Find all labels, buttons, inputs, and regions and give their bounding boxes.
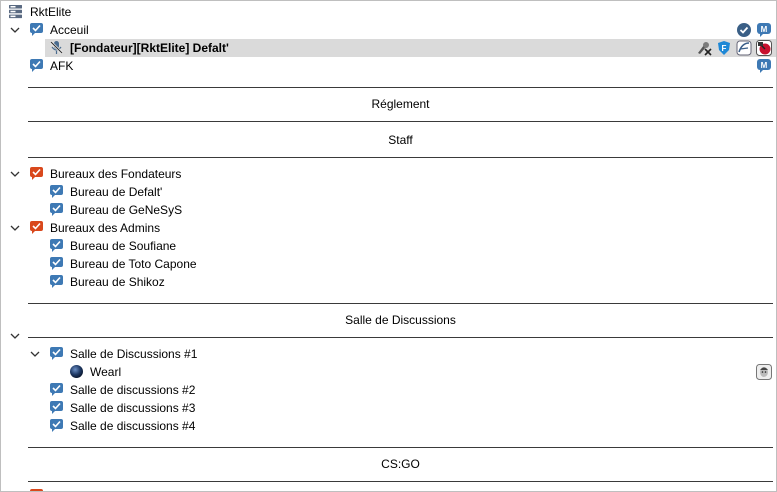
channel-bubble-icon bbox=[49, 418, 64, 433]
channel-row-afk[interactable]: AFK M bbox=[1, 57, 776, 75]
channel-bubble-icon bbox=[49, 382, 64, 397]
channel-row-bureau-genesys[interactable]: Bureau de GeNeSyS bbox=[1, 201, 776, 219]
separator-line bbox=[28, 447, 773, 448]
moderated-icon: M bbox=[756, 22, 772, 38]
channel-label: Bureau de GeNeSyS bbox=[70, 203, 183, 217]
channel-row-partial[interactable] bbox=[1, 488, 776, 491]
svg-text:M: M bbox=[761, 61, 768, 70]
group-icon bbox=[736, 40, 752, 56]
client-nickname: [Fondateur][RktElite] Defalt' bbox=[70, 41, 229, 55]
channel-row-salle-3[interactable]: Salle de discussions #3 bbox=[1, 399, 776, 417]
channel-bubble-icon bbox=[49, 202, 64, 217]
muted-microphone-icon bbox=[49, 40, 64, 55]
separator-line bbox=[28, 481, 773, 482]
server-name: RktElite bbox=[30, 5, 72, 19]
separator-line bbox=[28, 303, 773, 304]
spacer-label: Réglement bbox=[371, 97, 430, 111]
founder-badge-icon: F bbox=[716, 40, 732, 56]
client-row-defalt[interactable]: [Fondateur][RktElite] Defalt' F bbox=[45, 39, 776, 57]
client-row-wearl[interactable]: Wearl bbox=[1, 363, 776, 381]
chevron-down-icon[interactable] bbox=[8, 328, 22, 344]
channel-bubble-icon bbox=[49, 256, 64, 271]
channel-bubble-icon bbox=[49, 274, 64, 289]
channel-restricted-icon bbox=[29, 488, 44, 491]
channel-label: Bureau de Defalt' bbox=[70, 185, 163, 199]
spacer-channel-salle-discussions[interactable]: Salle de Discussions bbox=[28, 302, 773, 338]
spacer-channel-reglement[interactable]: Réglement bbox=[28, 86, 773, 122]
separator-line bbox=[28, 337, 773, 338]
spacer-channel-staff[interactable]: Staff bbox=[28, 122, 773, 158]
svg-text:M: M bbox=[761, 25, 768, 34]
channel-row-bureau-shikoz[interactable]: Bureau de Shikoz bbox=[1, 273, 776, 291]
moderated-icon: M bbox=[756, 58, 772, 74]
channel-bubble-icon bbox=[49, 184, 64, 199]
channel-bubble-icon bbox=[49, 346, 64, 361]
channel-row-salle-1[interactable]: Salle de Discussions #1 bbox=[1, 345, 776, 363]
spacer-label: CS:GO bbox=[381, 457, 420, 471]
chevron-down-icon[interactable] bbox=[8, 220, 22, 236]
channel-row-salle-4[interactable]: Salle de discussions #4 bbox=[1, 417, 776, 435]
chevron-down-icon[interactable] bbox=[28, 346, 42, 362]
separator-line bbox=[28, 87, 773, 88]
avatar-icon bbox=[756, 364, 772, 380]
channel-row-bureau-toto[interactable]: Bureau de Toto Capone bbox=[1, 255, 776, 273]
channel-label: AFK bbox=[50, 59, 74, 73]
server-icon bbox=[8, 4, 23, 19]
chevron-down-icon[interactable] bbox=[8, 22, 22, 38]
avatar-icon bbox=[756, 40, 772, 56]
channel-bubble-icon bbox=[49, 400, 64, 415]
channel-row-bureaux-fondateurs[interactable]: Bureaux des Fondateurs bbox=[1, 165, 776, 183]
server-admin-icon bbox=[696, 40, 712, 56]
channel-restricted-icon bbox=[29, 166, 44, 181]
channel-label: Salle de discussions #2 bbox=[70, 383, 196, 397]
channel-restricted-icon bbox=[29, 220, 44, 235]
spacer-channel-csgo[interactable]: CS:GO bbox=[28, 446, 773, 482]
channel-label: Bureaux des Fondateurs bbox=[50, 167, 182, 181]
chevron-down-icon[interactable] bbox=[8, 166, 22, 182]
channel-row-bureau-defalt[interactable]: Bureau de Defalt' bbox=[1, 183, 776, 201]
channel-label: Bureau de Shikoz bbox=[70, 275, 165, 289]
client-idle-icon bbox=[69, 364, 84, 379]
channel-row-accueil[interactable]: Acceuil M bbox=[1, 21, 776, 39]
channel-label: Salle de Discussions #1 bbox=[70, 347, 198, 361]
spacer-expander[interactable] bbox=[1, 327, 21, 345]
svg-text:F: F bbox=[722, 44, 727, 53]
channel-label: Acceuil bbox=[50, 23, 89, 37]
channel-row-bureau-soufiane[interactable]: Bureau de Soufiane bbox=[1, 237, 776, 255]
channel-bubble-icon bbox=[29, 58, 44, 73]
channel-bubble-icon bbox=[49, 238, 64, 253]
channel-label: Bureau de Soufiane bbox=[70, 239, 177, 253]
channel-row-salle-2[interactable]: Salle de discussions #2 bbox=[1, 381, 776, 399]
channel-row-bureaux-admins[interactable]: Bureaux des Admins bbox=[1, 219, 776, 237]
spacer-label: Salle de Discussions bbox=[345, 313, 456, 327]
server-row[interactable]: RktElite bbox=[1, 3, 776, 21]
channel-label: Salle de discussions #3 bbox=[70, 401, 196, 415]
spacer-label: Staff bbox=[388, 133, 413, 147]
channel-label: Bureaux des Admins bbox=[50, 221, 161, 235]
channel-label: Salle de discussions #4 bbox=[70, 419, 196, 433]
separator-line bbox=[28, 157, 773, 158]
default-channel-icon bbox=[736, 22, 752, 38]
client-nickname: Wearl bbox=[90, 365, 122, 379]
channel-label: Bureau de Toto Capone bbox=[70, 257, 197, 271]
channel-bubble-icon bbox=[29, 22, 44, 37]
channel-tree: RktElite Acceuil M [Fondateur][RktElite]… bbox=[0, 0, 777, 492]
